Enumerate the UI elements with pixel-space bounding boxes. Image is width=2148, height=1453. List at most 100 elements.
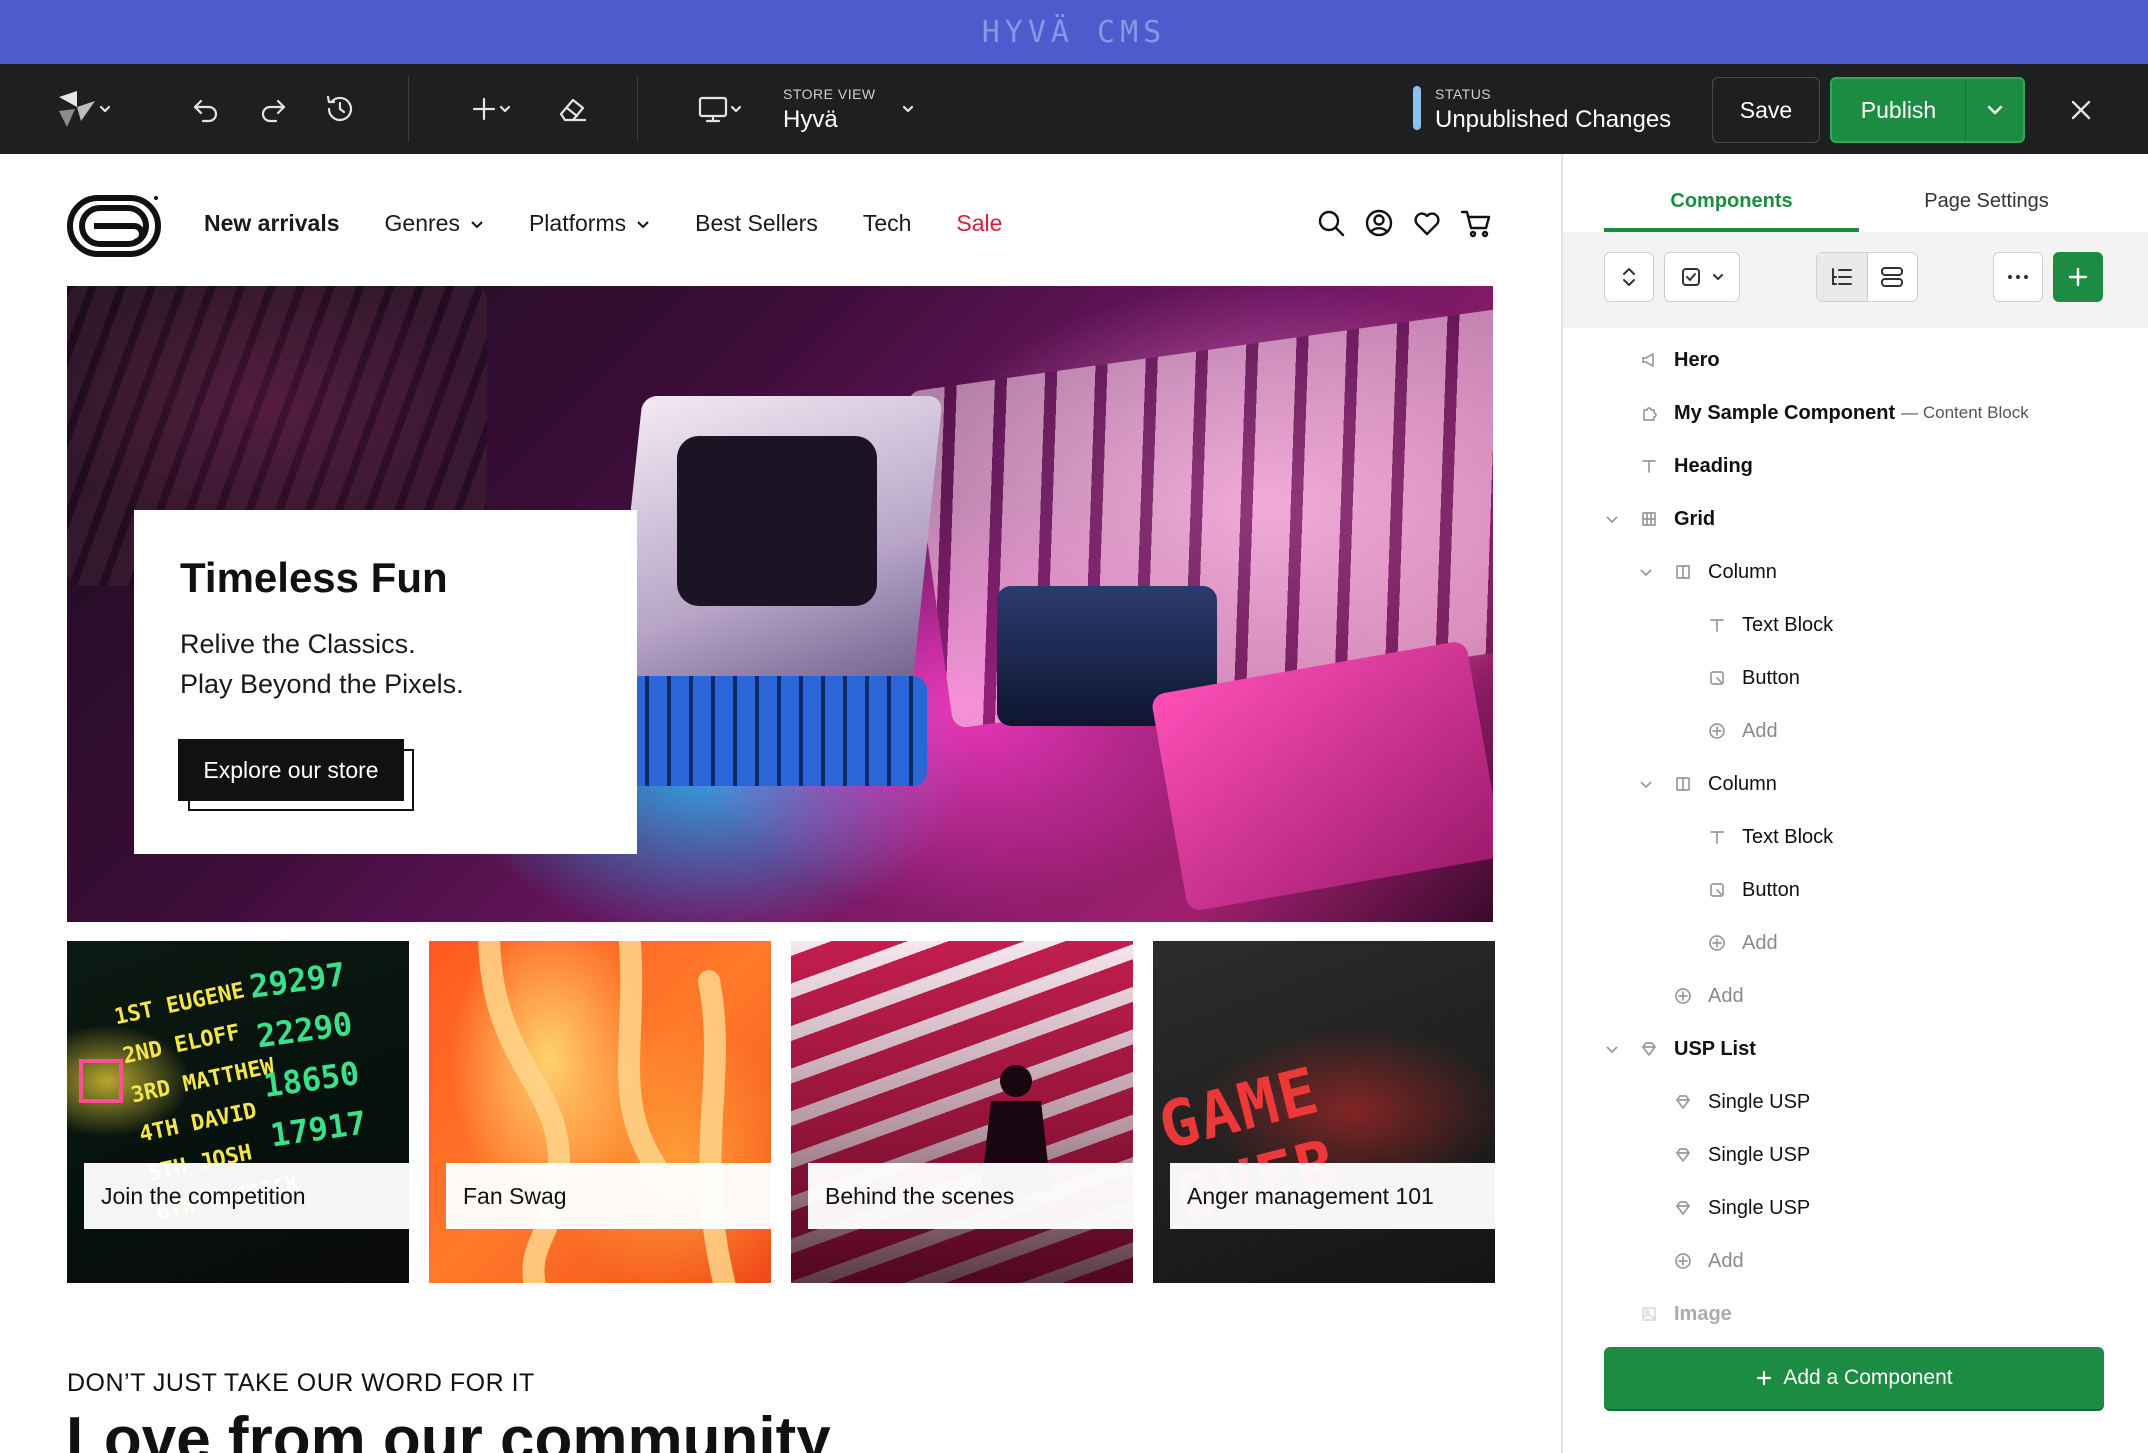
- list-tree-icon: [1831, 268, 1852, 285]
- chevron-down-icon: [902, 105, 914, 113]
- account-icon[interactable]: [1364, 208, 1394, 238]
- chevron-down-icon[interactable]: [1638, 564, 1654, 580]
- cart-icon[interactable]: [1460, 208, 1492, 238]
- publish-button[interactable]: Publish: [1832, 79, 1965, 141]
- tree-item-button[interactable]: Button: [1672, 864, 1800, 916]
- tree-item-label: Hero: [1674, 348, 1720, 371]
- store-view-selector[interactable]: STORE VIEW Hyvä: [783, 86, 876, 134]
- tree-item-single-usp[interactable]: Single USP: [1638, 1129, 1810, 1181]
- tile-label: Join the competition: [84, 1163, 409, 1229]
- editor-toolbar: STORE VIEW Hyvä STATUS Unpublished Chang…: [0, 64, 2148, 154]
- tree-item-column[interactable]: Column: [1638, 758, 1777, 810]
- plus-circle-icon: [1706, 932, 1728, 954]
- tree-item-image[interactable]: Image: [1604, 1288, 1732, 1340]
- promo-tile-anger-management[interactable]: GAME OVER Anger management 101: [1153, 941, 1495, 1283]
- diamond-icon: [1672, 1197, 1694, 1219]
- explore-store-button[interactable]: Explore our store: [178, 739, 404, 801]
- select-mode-button[interactable]: [1664, 252, 1740, 302]
- panel-toolbar: [1563, 232, 2148, 328]
- neon-tubes-image: [478, 941, 736, 1283]
- tree-add-button[interactable]: Add: [1638, 1235, 1744, 1287]
- hero-text-card: Timeless Fun Relive the Classics. Play B…: [134, 510, 637, 854]
- chevron-down-icon[interactable]: [1604, 511, 1620, 527]
- chevron-up-down-icon: [1623, 268, 1635, 286]
- tree-item-label: Column: [1708, 772, 1777, 795]
- add-component-button[interactable]: Add a Component: [1604, 1347, 2104, 1409]
- nav-genres[interactable]: Genres: [385, 210, 484, 237]
- heart-icon[interactable]: [1412, 208, 1442, 238]
- tree-item-label: Text Block: [1742, 613, 1834, 636]
- expand-collapse-button[interactable]: [1604, 252, 1654, 302]
- nav-best-sellers[interactable]: Best Sellers: [695, 210, 818, 237]
- publish-options-button[interactable]: [1965, 79, 2023, 141]
- save-button[interactable]: Save: [1712, 77, 1820, 143]
- tree-add-button[interactable]: Add: [1638, 970, 1744, 1022]
- device-preview-button[interactable]: [686, 84, 752, 134]
- search-icon[interactable]: [1316, 208, 1346, 238]
- more-options-button[interactable]: [1993, 252, 2043, 302]
- nav-new-arrivals[interactable]: New arrivals: [204, 210, 340, 237]
- chevron-down-icon[interactable]: [1638, 776, 1654, 792]
- diamond-icon: [1672, 1091, 1694, 1113]
- tree-item-single-usp[interactable]: Single USP: [1638, 1076, 1810, 1128]
- nav-sale[interactable]: Sale: [956, 210, 1002, 237]
- status-indicator: [1413, 86, 1421, 130]
- add-block-button[interactable]: [458, 84, 522, 134]
- close-editor-button[interactable]: [2060, 89, 2102, 131]
- promo-tiles: 1ST EUGENE 2ND ELOFF 3RD MATTHEW 4TH DAVID…: [67, 941, 1495, 1283]
- eraser-button[interactable]: [550, 84, 594, 134]
- tree-item-label: Button: [1742, 666, 1800, 689]
- tree-item-text-block[interactable]: Text Block: [1672, 599, 1833, 651]
- tree-item-sublabel: — Content Block: [1901, 403, 2029, 422]
- tree-add-label: Add: [1708, 1249, 1744, 1272]
- window-title: HYVÄ CMS: [981, 14, 1167, 50]
- undo-icon: [193, 99, 218, 123]
- promo-tile-competition[interactable]: 1ST EUGENE 2ND ELOFF 3RD MATTHEW 4TH DAVID…: [67, 941, 409, 1283]
- store-view-dropdown[interactable]: [898, 84, 918, 134]
- tab-components[interactable]: Components: [1604, 184, 1859, 232]
- tree-add-button[interactable]: Add: [1672, 705, 1778, 757]
- redo-icon: [261, 99, 286, 123]
- promo-tile-fan-swag[interactable]: Fan Swag: [429, 941, 771, 1283]
- promo-tile-behind-scenes[interactable]: Behind the scenes: [791, 941, 1133, 1283]
- button-icon: [1706, 667, 1728, 689]
- nav-label: Platforms: [528, 210, 627, 236]
- tree-add-button[interactable]: Add: [1672, 917, 1778, 969]
- hero-line-2: Play Beyond the Pixels.: [180, 669, 464, 699]
- tree-item-hero[interactable]: Hero: [1604, 334, 1720, 386]
- nav-label: Best Sellers: [695, 210, 818, 236]
- column-icon: [1672, 561, 1694, 583]
- undo-button[interactable]: [186, 84, 226, 134]
- block-view-button[interactable]: [1868, 253, 1918, 301]
- puzzle-icon: [1638, 402, 1660, 424]
- nav-label: Sale: [956, 210, 1003, 236]
- history-button[interactable]: [320, 84, 360, 134]
- hero-cta[interactable]: Explore our store: [178, 739, 414, 811]
- nav-platforms[interactable]: Platforms: [529, 210, 650, 237]
- tree-view-button[interactable]: [1817, 253, 1868, 301]
- nav-tech[interactable]: Tech: [863, 210, 912, 237]
- panel-tabs: Components Page Settings: [1604, 184, 2114, 232]
- svg-text:17917: 17917: [268, 1103, 369, 1154]
- status-label: STATUS: [1435, 86, 1492, 102]
- chevron-down-icon[interactable]: [1604, 1041, 1620, 1057]
- tree-item-single-usp[interactable]: Single USP: [1638, 1182, 1810, 1234]
- tree-item-my-sample-component[interactable]: My Sample Component — Content Block: [1604, 387, 2029, 439]
- tree-item-grid[interactable]: Grid: [1604, 493, 1715, 545]
- desktop-icon: [698, 96, 728, 123]
- store-logo[interactable]: [66, 192, 162, 265]
- tab-page-settings[interactable]: Page Settings: [1859, 184, 2114, 232]
- redo-button[interactable]: [253, 84, 293, 134]
- hyva-menu-button[interactable]: [44, 84, 122, 134]
- chevron-down-icon: [99, 105, 111, 113]
- tree-item-button[interactable]: Button: [1672, 652, 1800, 704]
- svg-text:22290: 22290: [254, 1004, 355, 1055]
- components-panel: Components Page Settings Hero My Sample …: [1563, 154, 2148, 1453]
- add-component-quick-button[interactable]: [2053, 252, 2103, 302]
- tree-item-column[interactable]: Column: [1638, 546, 1777, 598]
- tree-item-usp-list[interactable]: USP List: [1604, 1023, 1756, 1075]
- tree-item-label: Grid: [1674, 507, 1716, 530]
- tree-item-text-block[interactable]: Text Block: [1672, 811, 1833, 863]
- tree-item-heading[interactable]: Heading: [1604, 440, 1753, 492]
- chevron-down-icon: [499, 105, 511, 113]
